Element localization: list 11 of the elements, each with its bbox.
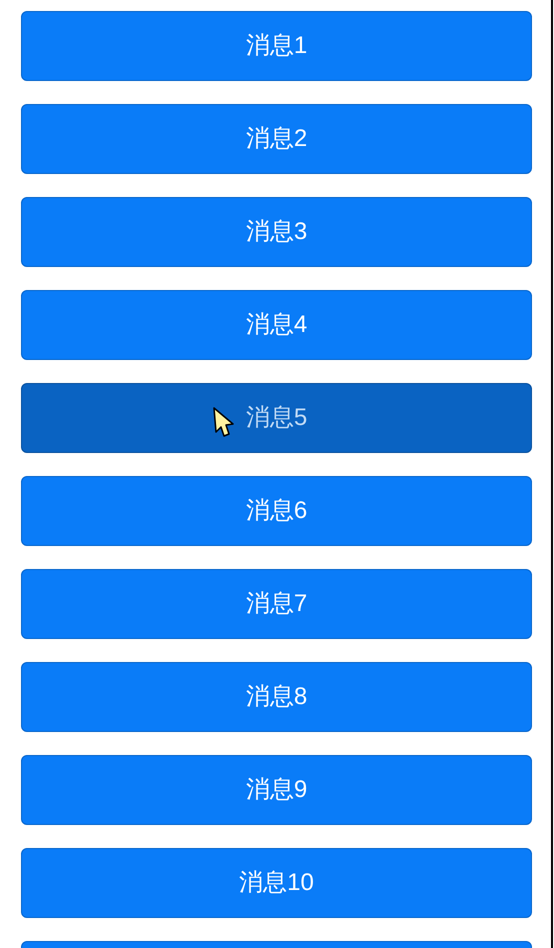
message-button[interactable]: 消息10 xyxy=(21,848,532,918)
message-button[interactable]: 消息9 xyxy=(21,755,532,825)
cursor-icon xyxy=(212,406,236,438)
message-button[interactable]: 消息2 xyxy=(21,104,532,174)
message-button[interactable]: 消息7 xyxy=(21,569,532,639)
message-button[interactable]: 消息3 xyxy=(21,197,532,267)
message-button[interactable]: 消息6 xyxy=(21,476,532,546)
message-button[interactable]: 消息4 xyxy=(21,290,532,360)
message-button[interactable]: 消息8 xyxy=(21,662,532,732)
message-button[interactable]: 消息1 xyxy=(21,11,532,81)
message-button[interactable]: 消息5 xyxy=(21,383,532,453)
